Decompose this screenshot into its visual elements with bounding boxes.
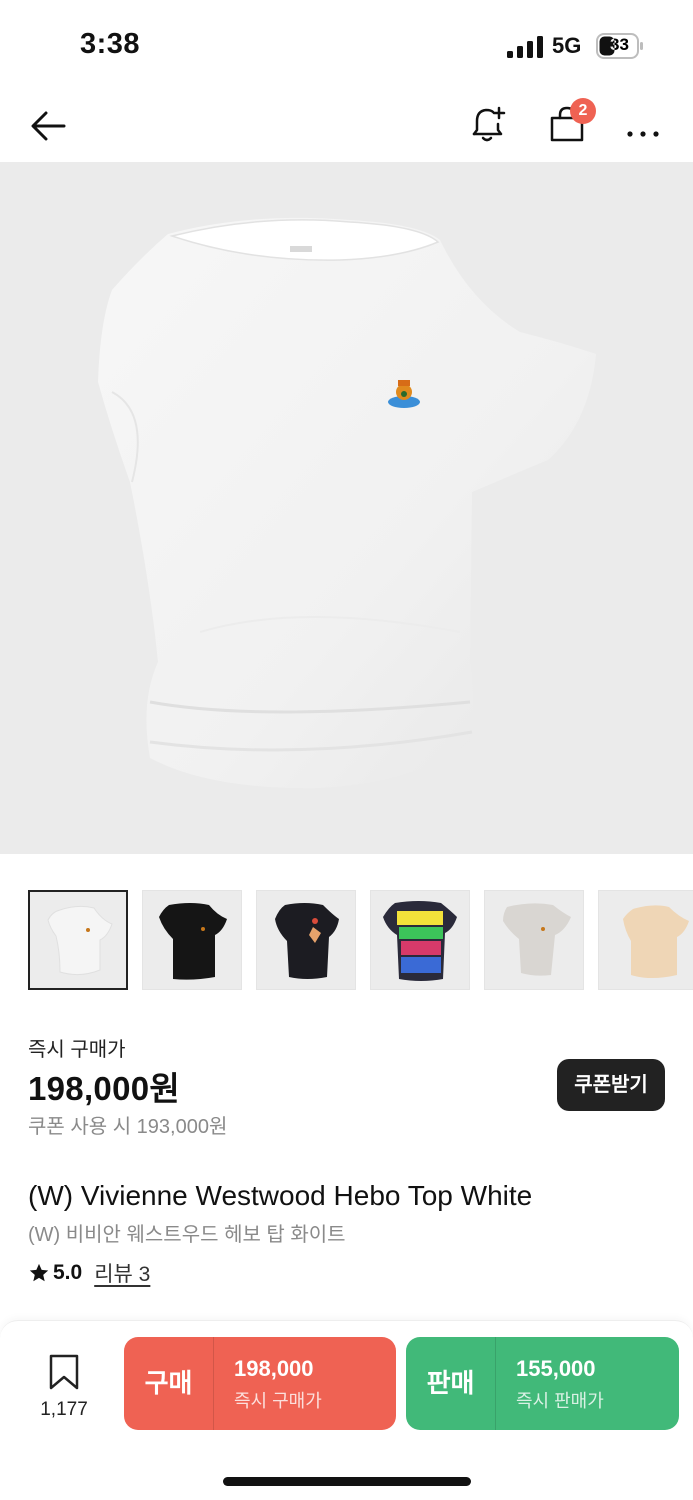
buy-label: 구매 [124, 1337, 214, 1430]
price-label: 즉시 구매가 [28, 1039, 126, 1061]
review-link[interactable]: 리뷰 3 [94, 1258, 150, 1288]
black-print-top-thumb [275, 903, 339, 979]
rating-value: 5.0 [53, 1261, 83, 1284]
thumbnail-beige-top[interactable] [598, 890, 693, 990]
star-icon [29, 1263, 49, 1282]
home-indicator[interactable] [223, 1477, 471, 1486]
sell-price: 155,000 [516, 1356, 596, 1381]
buy-price: 198,000 [234, 1356, 314, 1381]
thumbnail-strip [28, 890, 693, 990]
coupon-price: 쿠폰 사용 시 193,000원 [28, 1116, 228, 1138]
black-top-thumb [159, 903, 227, 980]
product-image[interactable] [0, 162, 693, 854]
status-time: 3:38 [80, 28, 141, 60]
wish-count: 1,177 [40, 1399, 88, 1420]
sell-sub-label: 즉시 판매가 [516, 1391, 604, 1411]
product-title: (W) Vivienne Westwood Hebo Top White [28, 1180, 533, 1211]
white-top-thumb [47, 905, 113, 976]
product-title-korean: (W) 비비안 웨스트우드 헤보 탑 화이트 [28, 1224, 346, 1246]
sell-label: 판매 [406, 1337, 496, 1430]
grey-top-thumb [503, 903, 571, 976]
thumbnail-black-top[interactable] [142, 890, 242, 990]
wishlist-button[interactable]: 1,177 [30, 1351, 98, 1421]
thumbnail-black-top-print[interactable] [256, 890, 356, 990]
bottom-action-bar: 1,177 구매 198,000 즉시 구매가 판매 155,000 즉시 판매… [0, 1320, 693, 1500]
get-coupon-button[interactable]: 쿠폰받기 [557, 1059, 665, 1111]
beige-top-thumb [623, 905, 689, 978]
buy-button[interactable]: 구매 198,000 즉시 구매가 [124, 1337, 396, 1430]
buy-sub-label: 즉시 구매가 [234, 1391, 322, 1411]
graphic-top-thumb [383, 901, 457, 981]
rating-row: 5.0 리뷰 3 [28, 1258, 150, 1288]
thumbnail-graphic-top[interactable] [370, 890, 470, 990]
bookmark-icon [49, 1354, 79, 1390]
sell-button[interactable]: 판매 155,000 즉시 판매가 [406, 1337, 679, 1430]
arrow-left-icon[interactable] [28, 104, 72, 148]
cart-count-badge: 2 [570, 98, 596, 124]
battery-level: 33 [610, 35, 629, 54]
thumbnail-grey-top[interactable] [484, 890, 584, 990]
instant-buy-price: 198,000원 [28, 1070, 181, 1107]
more-horizontal-icon[interactable] [622, 104, 666, 148]
status-bar: 3:38 5G 33 [0, 0, 693, 92]
signal-icon [507, 36, 543, 58]
thumbnail-white-top[interactable] [28, 890, 128, 990]
white-top-image [98, 217, 596, 789]
bell-plus-icon[interactable] [466, 102, 510, 146]
network-type: 5G [552, 33, 582, 58]
